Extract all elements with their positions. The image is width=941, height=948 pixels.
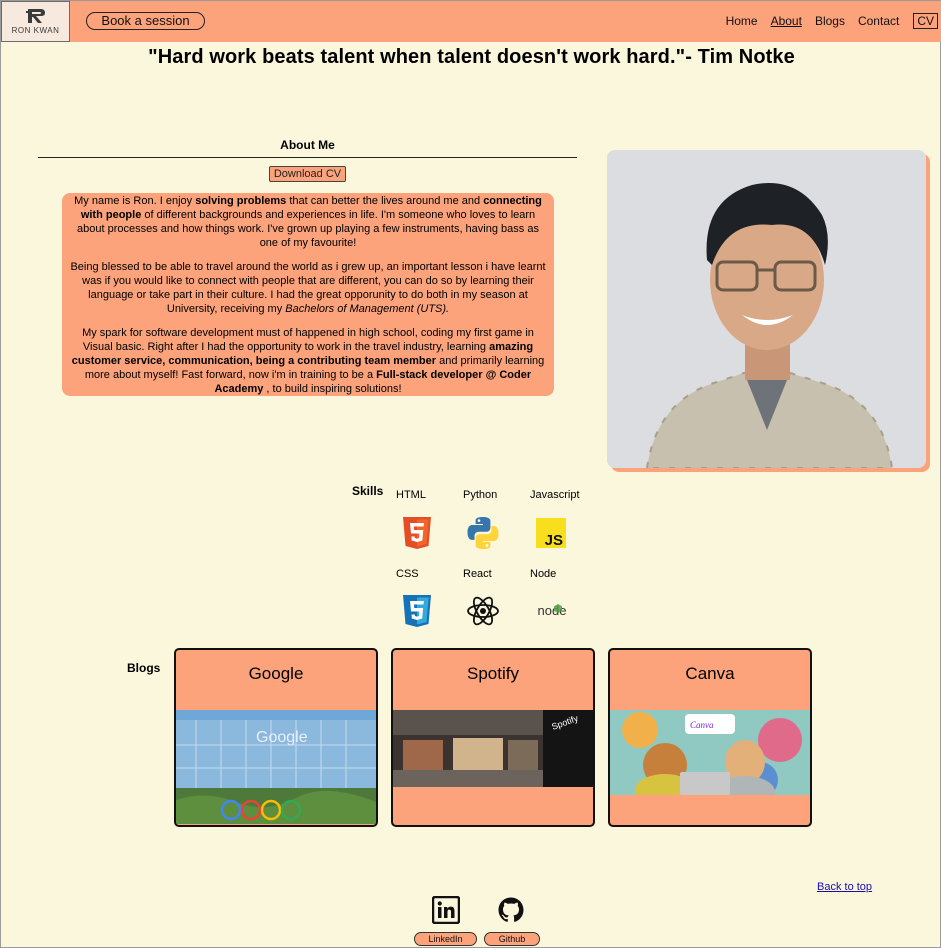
nav-about-link[interactable]: About bbox=[771, 14, 802, 28]
skill-label-python: Python bbox=[463, 489, 498, 501]
profile-photo bbox=[607, 150, 926, 468]
page-quote: "Hard work beats talent when talent does… bbox=[148, 46, 795, 68]
about-text: , to build inspiring solutions! bbox=[263, 383, 402, 395]
blog-card-google[interactable]: Google Google bbox=[174, 648, 378, 827]
about-text: of different backgrounds and experiences… bbox=[77, 209, 539, 249]
about-emphasis: solving problems bbox=[195, 195, 287, 207]
blog-title: Spotify bbox=[467, 664, 519, 683]
google-office-image: Google bbox=[176, 710, 376, 824]
about-text-box: My name is Ron. I enjoy solving problems… bbox=[62, 193, 554, 396]
about-paragraph-1: My name is Ron. I enjoy solving problems… bbox=[70, 194, 546, 250]
nav-blogs-link[interactable]: Blogs bbox=[815, 14, 845, 28]
about-degree: Bachelors of Management (UTS). bbox=[285, 303, 450, 315]
nav-home-link[interactable]: Home bbox=[726, 14, 758, 28]
css3-icon bbox=[403, 595, 431, 627]
blogs-label: Blogs bbox=[127, 661, 161, 675]
svg-text:node: node bbox=[538, 603, 567, 618]
skills-label: Skills bbox=[352, 484, 384, 498]
about-paragraph-3: My spark for software development must o… bbox=[70, 326, 546, 396]
blog-title: Canva bbox=[685, 664, 735, 683]
divider bbox=[38, 157, 577, 158]
download-cv-button[interactable]: Download CV bbox=[269, 166, 346, 182]
nav-contact-link[interactable]: Contact bbox=[858, 14, 899, 28]
github-button[interactable]: Github bbox=[484, 932, 540, 946]
about-text: My spark for software development must o… bbox=[82, 327, 534, 353]
logo-text: RON KWAN bbox=[11, 26, 60, 35]
logo[interactable]: RON KWAN bbox=[1, 1, 70, 42]
github-icon[interactable] bbox=[497, 896, 525, 924]
blog-card-canva[interactable]: Canva Canva bbox=[608, 648, 812, 827]
python-icon bbox=[467, 517, 499, 549]
nodejs-icon: node bbox=[538, 603, 567, 618]
blog-card-spotify[interactable]: Spotify Spotify bbox=[391, 648, 595, 827]
nav-cv-button[interactable]: CV bbox=[913, 13, 938, 29]
spotify-office-image: Spotify bbox=[393, 710, 593, 787]
skill-label-node: Node bbox=[530, 568, 557, 580]
book-session-button[interactable]: Book a session bbox=[86, 12, 205, 30]
linkedin-button[interactable]: LinkedIn bbox=[414, 932, 477, 946]
skill-label-javascript: Javascript bbox=[530, 489, 580, 501]
top-nav: RON KWAN Book a session Home About Blogs… bbox=[1, 1, 941, 42]
blog-title: Google bbox=[248, 664, 304, 683]
nav-links: Home About Blogs Contact CV bbox=[713, 13, 938, 29]
profile-photo-illustration bbox=[607, 150, 926, 468]
about-paragraph-2: Being blessed to be able to travel aroun… bbox=[70, 260, 546, 316]
canva-office-image: Canva bbox=[610, 710, 810, 795]
about-text: that can better the lives around me and bbox=[286, 195, 484, 207]
about-title: About Me bbox=[280, 138, 335, 152]
svg-text:Canva: Canva bbox=[690, 720, 714, 730]
logo-icon bbox=[25, 9, 45, 23]
linkedin-icon[interactable] bbox=[432, 896, 460, 924]
skill-label-html: HTML bbox=[396, 489, 426, 501]
javascript-icon: JS bbox=[536, 518, 566, 549]
svg-text:JS: JS bbox=[545, 532, 563, 549]
react-icon bbox=[467, 596, 499, 626]
about-text: My name is Ron. I enjoy bbox=[74, 195, 196, 207]
skill-label-react: React bbox=[463, 568, 492, 580]
svg-text:Google: Google bbox=[256, 729, 308, 746]
skill-label-css: CSS bbox=[396, 568, 419, 580]
html5-icon bbox=[403, 517, 431, 549]
back-to-top-link[interactable]: Back to top bbox=[817, 881, 872, 893]
